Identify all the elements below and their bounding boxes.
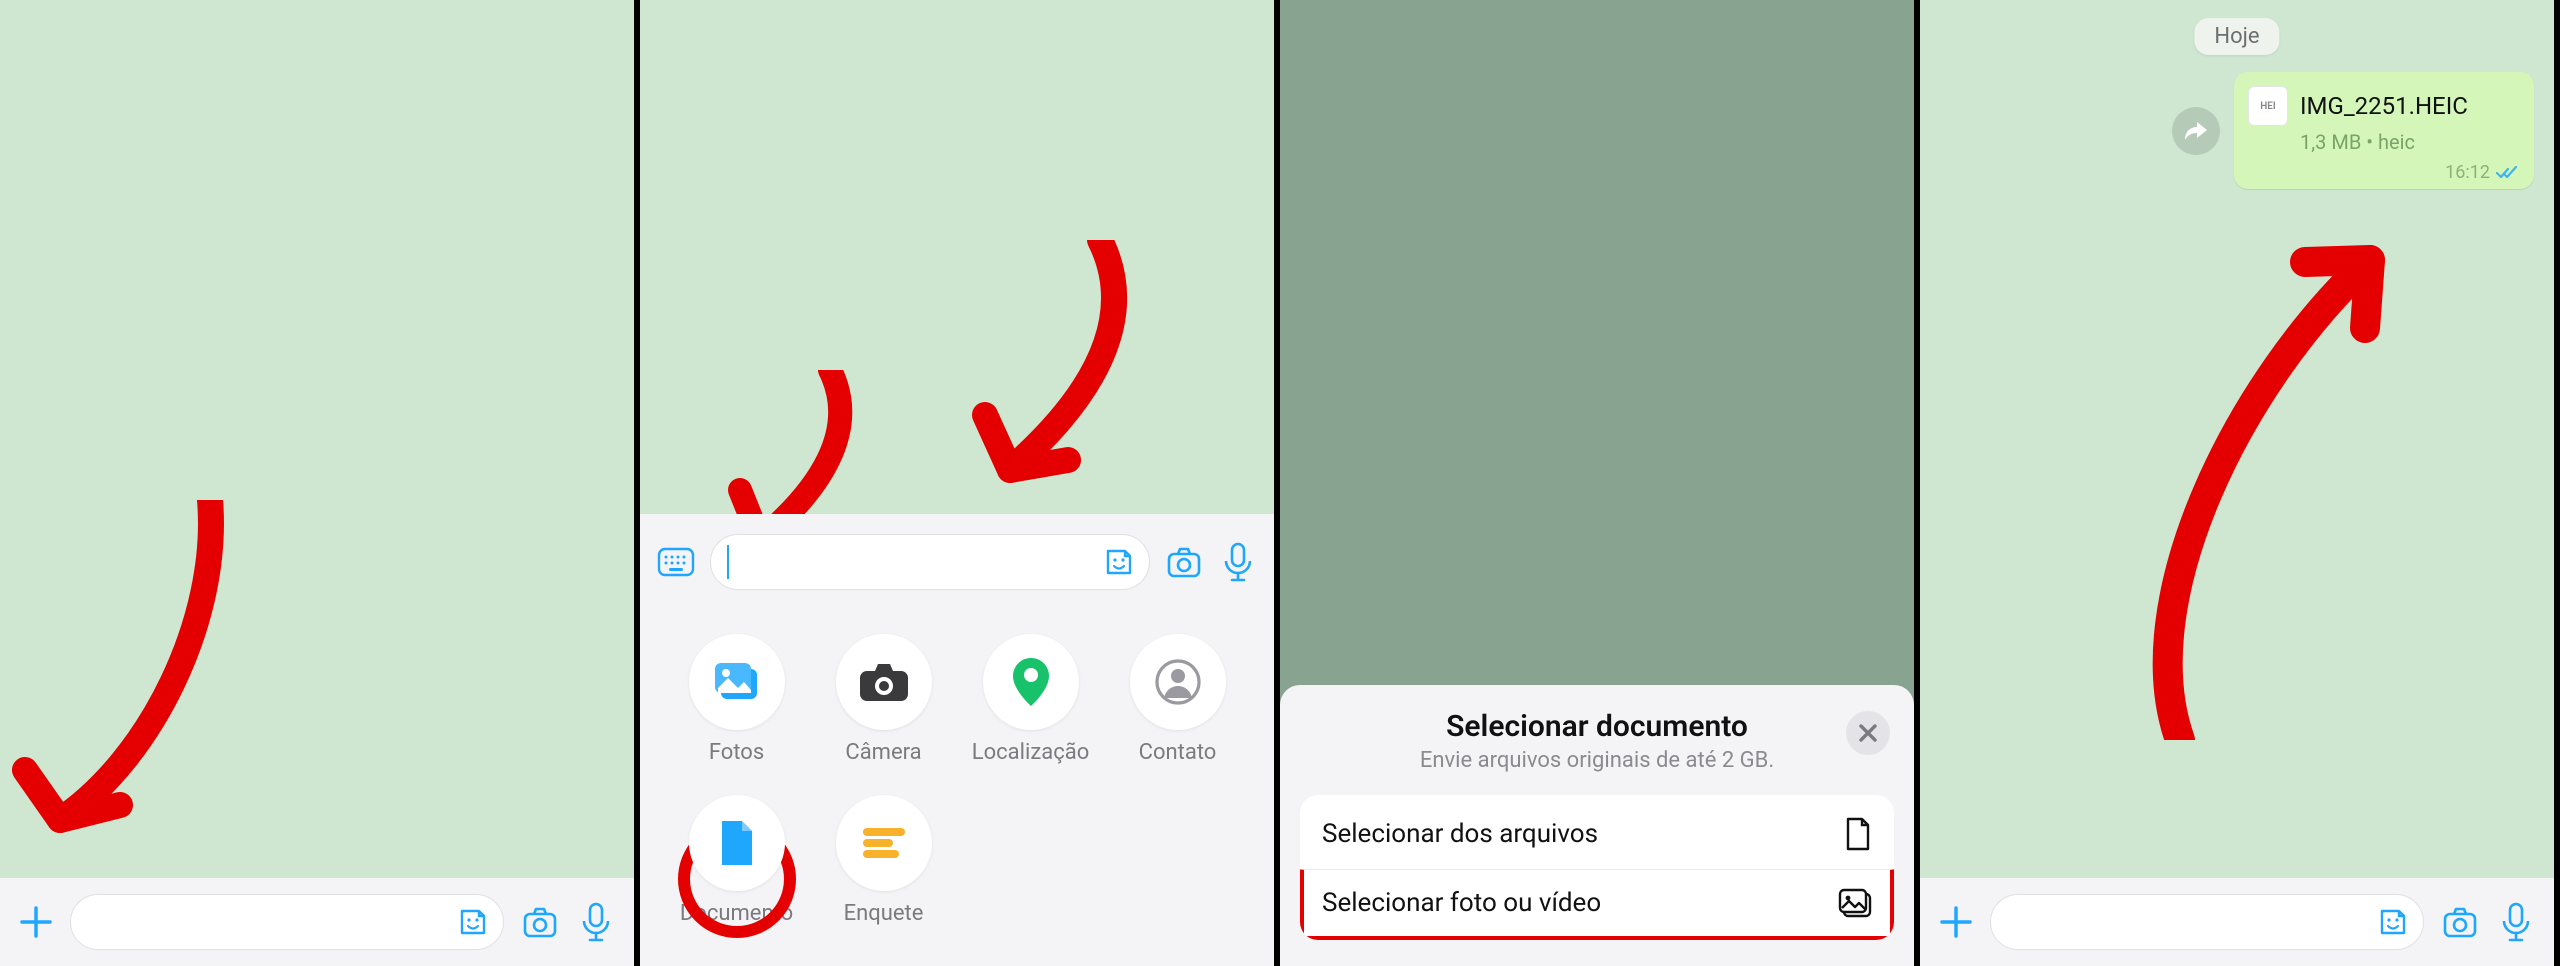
message-time: 16:12 xyxy=(2445,162,2490,183)
sticker-icon[interactable] xyxy=(457,906,489,938)
sheet-input-row xyxy=(640,524,1274,604)
option-label: Selecionar foto ou vídeo xyxy=(1322,888,1601,918)
attach-location[interactable]: Localização xyxy=(962,634,1099,765)
option-select-photo-video[interactable]: Selecionar foto ou vídeo xyxy=(1300,869,1894,940)
option-label: Selecionar dos arquivos xyxy=(1322,819,1598,849)
attachment-sheet: Fotos Câmera Localização Contato xyxy=(640,514,1274,966)
attach-poll[interactable]: Enquete xyxy=(815,795,952,926)
sent-message-row: HEI IMG_2251.HEIC 1,3 MB • heic 16:12 xyxy=(2172,72,2534,189)
attachment-grid: Fotos Câmera Localização Contato xyxy=(640,604,1274,966)
attach-contact[interactable]: Contato xyxy=(1109,634,1246,765)
mic-button[interactable] xyxy=(576,902,616,942)
keyboard-button[interactable] xyxy=(656,542,696,582)
attach-label: Localização xyxy=(972,740,1090,765)
attach-document[interactable]: Documento xyxy=(668,795,805,926)
camera-button[interactable] xyxy=(1164,542,1204,582)
sheet-header: Selecionar documento Envie arquivos orig… xyxy=(1300,709,1894,773)
close-icon xyxy=(1857,722,1879,744)
message-text-input[interactable] xyxy=(710,534,1150,590)
panel-step-1 xyxy=(0,0,640,966)
close-button[interactable] xyxy=(1846,711,1890,755)
attach-camera[interactable]: Câmera xyxy=(815,634,952,765)
sheet-title: Selecionar documento xyxy=(1300,709,1894,744)
file-message-bubble[interactable]: HEI IMG_2251.HEIC 1,3 MB • heic 16:12 xyxy=(2234,72,2534,189)
attach-plus-button[interactable] xyxy=(18,904,54,940)
attach-label: Documento xyxy=(680,901,793,926)
gallery-icon xyxy=(1838,888,1872,918)
read-ticks-icon xyxy=(2496,166,2518,180)
file-meta: 1,3 MB • heic xyxy=(2300,130,2518,154)
camera-button[interactable] xyxy=(2440,902,2480,942)
date-separator: Hoje xyxy=(2194,18,2279,55)
document-action-sheet: Selecionar documento Envie arquivos orig… xyxy=(1280,685,1914,966)
document-icon xyxy=(1844,817,1872,851)
chat-background xyxy=(0,0,634,966)
attach-label: Fotos xyxy=(709,740,764,765)
attach-photos[interactable]: Fotos xyxy=(668,634,805,765)
text-caret xyxy=(727,545,729,579)
sheet-option-list: Selecionar dos arquivos Selecionar foto … xyxy=(1300,795,1894,940)
sticker-icon[interactable] xyxy=(2377,906,2409,938)
message-time-row: 16:12 xyxy=(2248,162,2518,183)
mic-button[interactable] xyxy=(2496,902,2536,942)
message-input-bar xyxy=(0,878,634,966)
forward-icon xyxy=(2183,119,2209,143)
attach-label: Câmera xyxy=(845,740,921,765)
attach-label: Enquete xyxy=(844,901,924,926)
attach-plus-button[interactable] xyxy=(1938,904,1974,940)
option-select-from-files[interactable]: Selecionar dos arquivos xyxy=(1300,795,1894,873)
panel-step-4: Hoje HEI IMG_2251.HEIC 1,3 MB • heic 16:… xyxy=(1920,0,2560,966)
mic-button[interactable] xyxy=(1218,542,1258,582)
sheet-subtitle: Envie arquivos originais de até 2 GB. xyxy=(1300,748,1894,773)
message-input-bar xyxy=(1920,878,2554,966)
file-thumbnail: HEI xyxy=(2248,86,2288,126)
camera-button[interactable] xyxy=(520,902,560,942)
panel-step-3: Selecionar documento Envie arquivos orig… xyxy=(1280,0,1920,966)
message-text-input[interactable] xyxy=(70,894,504,950)
message-text-input[interactable] xyxy=(1990,894,2424,950)
forward-button[interactable] xyxy=(2172,107,2220,155)
sticker-icon[interactable] xyxy=(1103,546,1135,578)
file-name: IMG_2251.HEIC xyxy=(2300,92,2468,120)
panel-step-2: Fotos Câmera Localização Contato xyxy=(640,0,1280,966)
attach-label: Contato xyxy=(1139,740,1217,765)
